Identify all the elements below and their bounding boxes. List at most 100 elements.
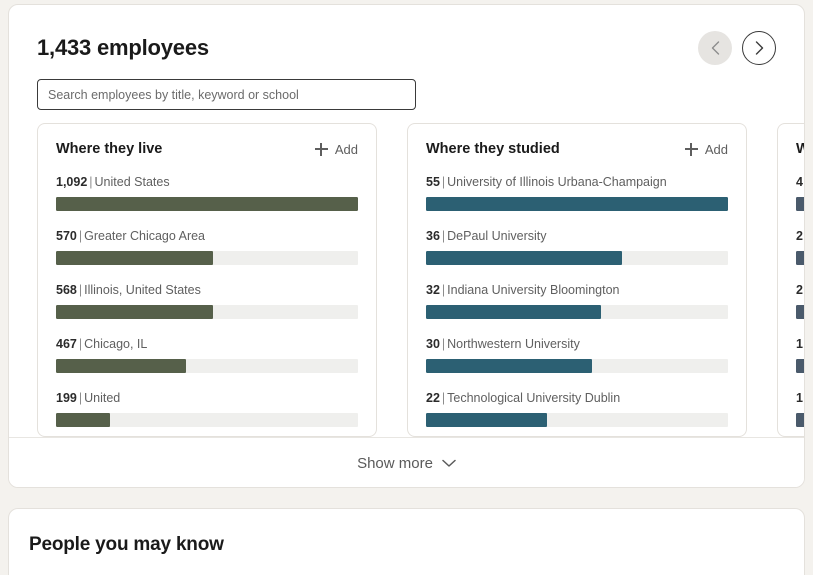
facet-row-label: 1| (796, 390, 805, 407)
facet-bar-fill (426, 359, 592, 373)
facet-row[interactable]: 568|Illinois, United States (56, 282, 358, 319)
facet-row-count: 1,092 (56, 175, 87, 189)
facet-bar-track (796, 305, 805, 319)
search-input[interactable] (38, 80, 415, 109)
show-more-row[interactable]: Show more (9, 437, 804, 488)
facet-bar-track (426, 413, 728, 427)
facet-row-separator: | (803, 175, 805, 189)
facet-bar-track (56, 359, 358, 373)
facet-row[interactable]: 36|DePaul University (426, 228, 728, 265)
facet-row-label: 568|Illinois, United States (56, 282, 358, 299)
facet-row-label: 570|Greater Chicago Area (56, 228, 358, 245)
facet-row[interactable]: 2| (796, 228, 805, 265)
employees-header: 1,433 employees (9, 5, 804, 77)
facet-bar-track (796, 197, 805, 211)
people-you-may-know-title: People you may know (29, 534, 224, 556)
facet-row[interactable]: 467|Chicago, IL (56, 336, 358, 373)
facet-card: Where they studied Add 55|University of Il… (407, 123, 747, 437)
facet-row[interactable]: 2| (796, 282, 805, 319)
chevron-down-icon (442, 459, 456, 468)
facet-bar-track (426, 251, 728, 265)
facet-bar-fill (56, 359, 186, 373)
facet-row[interactable]: 30|Northwestern University (426, 336, 728, 373)
facet-row-count: 2 (796, 283, 803, 297)
facet-row-label: 36|DePaul University (426, 228, 728, 245)
show-more-button[interactable]: Show more (357, 455, 456, 472)
facet-row-name: Northwestern University (447, 337, 580, 351)
add-facet-button[interactable]: Add (315, 142, 358, 157)
facet-row-count: 1 (796, 337, 803, 351)
facet-header: Where they workAdd (778, 124, 805, 174)
facet-row-count: 36 (426, 229, 440, 243)
facet-bar-fill (56, 197, 358, 211)
facet-row[interactable]: 570|Greater Chicago Area (56, 228, 358, 265)
facet-row-name: Greater Chicago Area (84, 229, 205, 243)
carousel-next-button[interactable] (742, 31, 776, 65)
facet-row-label: 30|Northwestern University (426, 336, 728, 353)
facet-rows: 4|2|2|1|1| (778, 174, 805, 427)
facet-bar-fill (56, 413, 110, 427)
facet-bar-track (796, 413, 805, 427)
add-facet-label: Add (705, 142, 728, 157)
facet-bar-track (796, 359, 805, 373)
facet-header: Where they live Add (38, 124, 376, 174)
facet-bar-fill (796, 413, 805, 427)
plus-icon (315, 143, 328, 156)
facet-rows: 55|University of Illinois Urbana-Champai… (408, 174, 746, 427)
facet-row-label: 55|University of Illinois Urbana-Champai… (426, 174, 728, 191)
facet-card: Where they workAdd4|2|2|1|1| (777, 123, 805, 437)
facet-bar-fill (56, 251, 213, 265)
carousel-prev-button[interactable] (698, 31, 732, 65)
facet-bar-track (56, 305, 358, 319)
facet-row-count: 199 (56, 391, 77, 405)
facet-row-count: 22 (426, 391, 440, 405)
facet-bar-track (56, 413, 358, 427)
people-you-may-know-card: People you may know (8, 508, 805, 575)
show-more-label: Show more (357, 455, 433, 472)
facet-row-count: 1 (796, 391, 803, 405)
facet-row[interactable]: 22|Technological University Dublin (426, 390, 728, 427)
facet-row[interactable]: 55|University of Illinois Urbana-Champai… (426, 174, 728, 211)
facet-row[interactable]: 32|Indiana University Bloomington (426, 282, 728, 319)
facet-row-name: Technological University Dublin (447, 391, 620, 405)
facet-header: Where they studied Add (408, 124, 746, 174)
facet-bar-fill (426, 305, 601, 319)
facet-row-separator: | (803, 391, 805, 405)
facet-row-separator: | (803, 229, 805, 243)
facet-row-label: 467|Chicago, IL (56, 336, 358, 353)
facet-row-count: 30 (426, 337, 440, 351)
facet-row[interactable]: 1| (796, 390, 805, 427)
facet-bar-fill (796, 305, 805, 319)
page-root: 1,433 employees (0, 0, 813, 575)
facet-row[interactable]: 4| (796, 174, 805, 211)
facet-rows: 1,092|United States 570|Greater Chicago A… (38, 174, 376, 427)
add-facet-button[interactable]: Add (685, 142, 728, 157)
carousel-nav (698, 31, 776, 65)
facet-bar-fill (796, 359, 805, 373)
facet-card: Where they live Add 1,092|United States 570… (37, 123, 377, 437)
facet-title: Where they live (56, 141, 162, 157)
plus-icon (685, 143, 698, 156)
facets-carousel: Where they liveAdd1,092|United States570… (37, 123, 805, 437)
facet-row-name: United (84, 391, 120, 405)
facet-bar-track (426, 359, 728, 373)
facet-row-separator: | (803, 337, 805, 351)
facet-row-count: 55 (426, 175, 440, 189)
facet-row[interactable]: 199|United (56, 390, 358, 427)
search-box[interactable] (37, 79, 416, 110)
facet-row-name: Illinois, United States (84, 283, 201, 297)
facet-bar-track (426, 305, 728, 319)
facet-row-count: 4 (796, 175, 803, 189)
facet-row-name: United States (95, 175, 170, 189)
facet-row[interactable]: 1,092|United States (56, 174, 358, 211)
page-title: 1,433 employees (37, 33, 209, 63)
facet-row[interactable]: 1| (796, 336, 805, 373)
facet-row-name: DePaul University (447, 229, 546, 243)
facet-bar-fill (426, 197, 728, 211)
facet-title: Where they studied (426, 141, 560, 157)
facet-row-separator: | (803, 283, 805, 297)
facet-row-count: 32 (426, 283, 440, 297)
facet-row-label: 2| (796, 228, 805, 245)
chevron-left-icon (711, 41, 720, 55)
facet-row-label: 32|Indiana University Bloomington (426, 282, 728, 299)
